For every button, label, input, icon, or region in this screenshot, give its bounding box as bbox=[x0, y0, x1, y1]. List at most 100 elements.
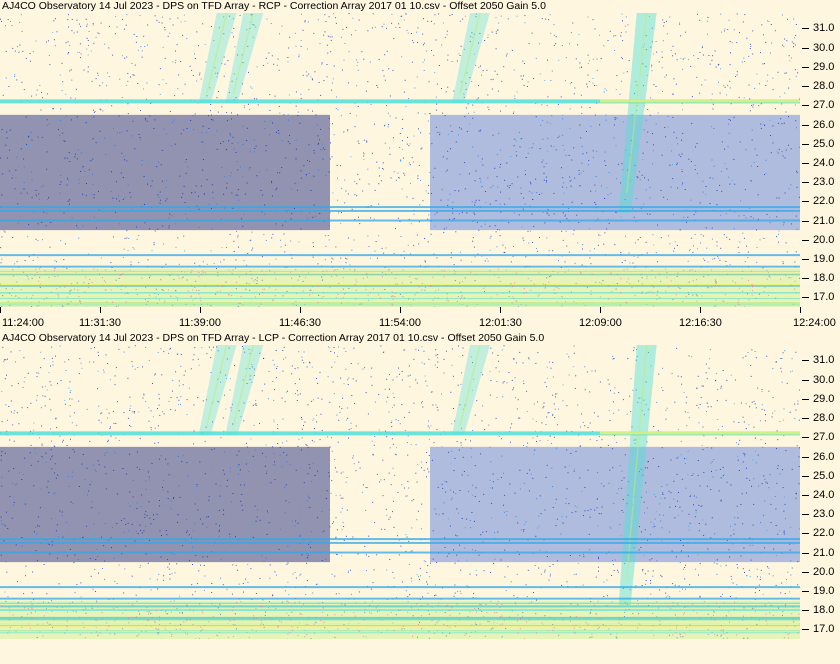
noise-pixel bbox=[348, 570, 349, 572]
noise-pixel bbox=[35, 527, 37, 528]
noise-pixel bbox=[357, 173, 359, 175]
hot-pixel bbox=[738, 304, 740, 306]
noise-pixel bbox=[306, 500, 308, 502]
noise-pixel bbox=[629, 395, 631, 397]
noise-pixel bbox=[743, 421, 745, 423]
noise-pixel bbox=[649, 114, 651, 116]
noise-pixel bbox=[341, 555, 343, 557]
noise-pixel bbox=[338, 346, 339, 348]
noise-pixel bbox=[69, 415, 71, 417]
noise-pixel bbox=[224, 63, 226, 65]
noise-pixel bbox=[370, 376, 372, 378]
noise-pixel bbox=[431, 50, 432, 51]
noise-pixel bbox=[148, 420, 150, 422]
hot-pixel bbox=[295, 300, 297, 302]
noise-pixel bbox=[595, 176, 597, 178]
noise-pixel bbox=[206, 179, 208, 181]
noise-pixel bbox=[104, 137, 106, 139]
noise-pixel bbox=[30, 464, 32, 466]
noise-pixel bbox=[324, 31, 326, 33]
noise-pixel bbox=[403, 19, 405, 21]
noise-pixel bbox=[286, 440, 288, 442]
noise-pixel bbox=[447, 150, 449, 152]
noise-pixel bbox=[210, 357, 212, 359]
noise-pixel bbox=[36, 467, 38, 469]
noise-pixel bbox=[345, 190, 347, 192]
noise-pixel bbox=[194, 58, 196, 59]
noise-pixel bbox=[528, 147, 530, 149]
noise-pixel bbox=[662, 493, 664, 495]
noise-pixel bbox=[316, 378, 318, 379]
noise-pixel bbox=[61, 90, 63, 91]
noise-pixel bbox=[281, 140, 283, 142]
hot-pixel bbox=[101, 277, 103, 278]
noise-pixel bbox=[143, 393, 145, 395]
noise-pixel bbox=[93, 216, 95, 218]
noise-pixel bbox=[432, 459, 433, 461]
noise-pixel bbox=[496, 176, 498, 178]
noise-pixel bbox=[493, 562, 495, 564]
noise-pixel bbox=[408, 412, 410, 414]
noise-pixel bbox=[643, 129, 645, 131]
noise-pixel bbox=[541, 18, 543, 20]
noise-pixel bbox=[150, 523, 152, 525]
noise-pixel bbox=[486, 258, 488, 260]
noise-pixel bbox=[472, 117, 474, 119]
noise-pixel bbox=[295, 469, 297, 471]
noise-pixel bbox=[429, 172, 431, 174]
noise-pixel bbox=[78, 373, 80, 375]
noise-pixel bbox=[59, 435, 61, 437]
noise-pixel bbox=[335, 22, 337, 24]
noise-pixel bbox=[780, 118, 782, 120]
low-frequency-floor bbox=[0, 268, 800, 307]
noise-pixel bbox=[406, 143, 408, 145]
noise-pixel bbox=[94, 534, 96, 536]
noise-pixel bbox=[249, 149, 251, 150]
hot-pixel bbox=[421, 289, 423, 291]
noise-pixel bbox=[796, 127, 797, 129]
noise-pixel bbox=[615, 145, 617, 147]
noise-pixel bbox=[312, 216, 314, 218]
noise-pixel bbox=[495, 231, 497, 233]
noise-pixel bbox=[278, 132, 280, 134]
noise-pixel bbox=[706, 20, 708, 22]
noise-pixel bbox=[410, 223, 412, 225]
noise-pixel bbox=[523, 445, 524, 446]
noise-pixel bbox=[208, 346, 210, 348]
noise-pixel bbox=[145, 480, 146, 482]
noise-pixel bbox=[126, 130, 128, 132]
noise-pixel bbox=[760, 127, 762, 129]
noise-pixel bbox=[3, 523, 5, 525]
noise-pixel bbox=[291, 365, 293, 367]
noise-pixel bbox=[594, 28, 596, 30]
noise-pixel bbox=[575, 375, 577, 377]
noise-pixel bbox=[522, 208, 524, 210]
noise-pixel bbox=[103, 511, 105, 513]
noise-pixel bbox=[720, 596, 722, 597]
noise-pixel bbox=[546, 105, 548, 106]
noise-pixel bbox=[341, 187, 343, 189]
noise-pixel bbox=[384, 79, 386, 81]
noise-pixel bbox=[418, 576, 420, 578]
noise-pixel bbox=[498, 22, 500, 24]
noise-pixel bbox=[601, 185, 602, 187]
noise-pixel bbox=[766, 80, 768, 82]
noise-pixel bbox=[302, 29, 304, 31]
hot-pixel bbox=[89, 279, 91, 280]
noise-pixel bbox=[718, 81, 719, 83]
noise-pixel bbox=[768, 573, 770, 575]
noise-pixel bbox=[384, 125, 385, 127]
noise-pixel bbox=[418, 243, 420, 245]
noise-pixel bbox=[600, 513, 602, 515]
noise-pixel bbox=[530, 183, 532, 185]
noise-pixel bbox=[158, 196, 160, 198]
noise-pixel bbox=[711, 93, 713, 95]
noise-pixel bbox=[112, 197, 114, 199]
noise-pixel bbox=[391, 420, 393, 422]
noise-pixel bbox=[750, 365, 752, 366]
noise-pixel bbox=[500, 110, 501, 112]
noise-pixel bbox=[167, 566, 169, 568]
noise-pixel bbox=[338, 419, 340, 421]
noise-pixel bbox=[771, 42, 773, 44]
noise-pixel bbox=[49, 381, 51, 383]
